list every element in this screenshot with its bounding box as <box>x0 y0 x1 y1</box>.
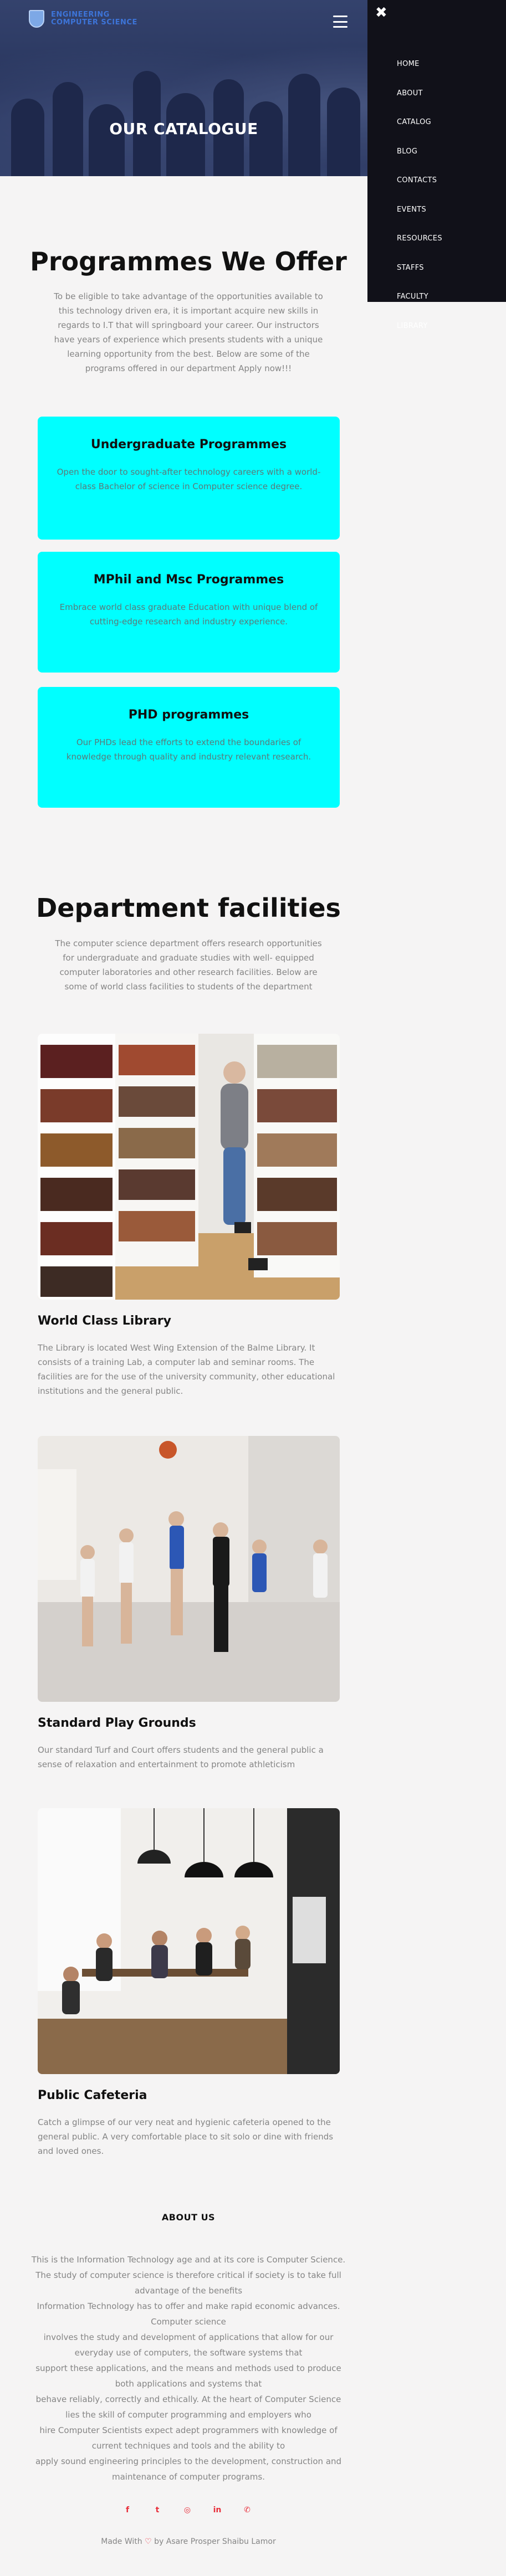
facilities-title: Department facilities <box>36 893 341 923</box>
programmes-title: Programmes We Offer <box>30 247 347 276</box>
close-icon[interactable]: ✖ <box>375 4 387 21</box>
nav-item-blog[interactable]: BLOG <box>397 147 417 156</box>
card-title: Undergraduate Programmes <box>90 438 287 451</box>
card-text: Embrace world class graduate Education w… <box>59 602 318 627</box>
side-navigation: ✖ HOME ABOUT CATALOG BLOG CONTACTS EVENT… <box>367 0 506 330</box>
about-line: The study of computer science is therefo… <box>35 2270 341 2280</box>
nav-item-about[interactable]: ABOUT <box>397 89 423 98</box>
facebook-icon[interactable]: f <box>121 2504 134 2516</box>
crest-icon <box>29 10 44 28</box>
twitter-icon[interactable]: t <box>151 2504 163 2516</box>
about-title: ABOUT US <box>161 2212 216 2223</box>
playground-image <box>38 1436 340 1702</box>
facility-title-cafeteria: Public Cafeteria <box>38 2088 147 2102</box>
about-line: current techniques and tools and the abi… <box>91 2441 285 2451</box>
about-line: lies the skill of computer programming a… <box>65 2410 311 2420</box>
card-title: PHD programmes <box>128 708 249 722</box>
card-phd[interactable]: PHD programmes Our PHDs lead the efforts… <box>38 687 340 808</box>
about-line: Computer science <box>151 2317 226 2327</box>
credit-prefix: Made With <box>101 2537 142 2546</box>
library-image <box>38 1034 340 1300</box>
facility-desc-playground: Our standard Turf and Court offers stude… <box>38 1745 324 1769</box>
nav-item-staffs[interactable]: STAFFS <box>397 264 424 272</box>
card-text: Open the door to sought-after technology… <box>57 467 321 491</box>
nav-item-home[interactable]: HOME <box>397 60 420 68</box>
facility-desc-cafeteria: Catch a glimpse of our very neat and hyg… <box>38 2117 334 2156</box>
about-line: behave reliably, correctly and ethically… <box>35 2394 341 2404</box>
facility-title-playground: Standard Play Grounds <box>38 1716 196 1730</box>
about-line: support these applications, and the mean… <box>35 2363 341 2373</box>
about-line: advantage of the benefits <box>134 2286 243 2296</box>
about-line: both applications and systems that <box>115 2379 262 2389</box>
cafeteria-image <box>38 1808 340 2074</box>
facilities-description: The computer science department offers r… <box>55 938 322 992</box>
about-text: This is the Information Technology age a… <box>0 2252 377 2485</box>
about-line: apply sound engineering principles to th… <box>35 2456 342 2466</box>
card-undergraduate[interactable]: Undergraduate Programmes Open the door t… <box>38 417 340 540</box>
whatsapp-icon[interactable]: ✆ <box>241 2504 253 2516</box>
menu-icon[interactable] <box>333 16 347 28</box>
card-title: MPhil and Msc Programmes <box>93 573 284 587</box>
social-links: f t ◎ in ✆ <box>121 2504 253 2516</box>
about-line: This is the Information Technology age a… <box>31 2255 346 2265</box>
nav-item-faculty[interactable]: FACULTY <box>397 293 428 301</box>
about-line: involves the study and development of ap… <box>43 2332 334 2342</box>
nav-list: HOME ABOUT CATALOG BLOG CONTACTS EVENTS … <box>397 58 442 348</box>
department-logo[interactable]: ENGINEERING COMPUTER SCIENCE <box>29 10 137 28</box>
logo-line-1: ENGINEERING <box>51 10 110 19</box>
facility-desc-library: The Library is located West Wing Extensi… <box>38 1343 335 1396</box>
credit-author: by Asare Prosper Shaibu Lamor <box>154 2537 276 2546</box>
card-mphil-msc[interactable]: MPhil and Msc Programmes Embrace world c… <box>38 552 340 673</box>
nav-item-resources[interactable]: RESOURCES <box>397 234 442 243</box>
nav-item-catalog[interactable]: CATALOG <box>397 118 431 126</box>
about-line: everyday use of computers, the software … <box>74 2348 303 2358</box>
card-text: Our PHDs lead the efforts to extend the … <box>66 737 311 762</box>
instagram-icon[interactable]: ◎ <box>181 2504 193 2516</box>
facility-title-library: World Class Library <box>38 1314 171 1328</box>
about-line: Information Technology has to offer and … <box>37 2301 340 2311</box>
about-line: maintenance of computer programs. <box>112 2472 265 2482</box>
footer-credit: Made With ♡ by Asare Prosper Shaibu Lamo… <box>0 2537 377 2546</box>
page-title: OUR CATALOGUE <box>109 120 258 138</box>
heart-icon: ♡ <box>145 2537 152 2546</box>
programmes-description: To be eligible to take advantage of the … <box>54 291 323 373</box>
linkedin-icon[interactable]: in <box>211 2504 223 2516</box>
nav-item-contacts[interactable]: CONTACTS <box>397 176 437 184</box>
nav-item-library[interactable]: LIBRARY <box>397 322 428 330</box>
logo-line-2: COMPUTER SCIENCE <box>51 18 137 27</box>
nav-item-events[interactable]: EVENTS <box>397 206 426 214</box>
about-line: hire Computer Scientists expect adept pr… <box>39 2425 338 2435</box>
